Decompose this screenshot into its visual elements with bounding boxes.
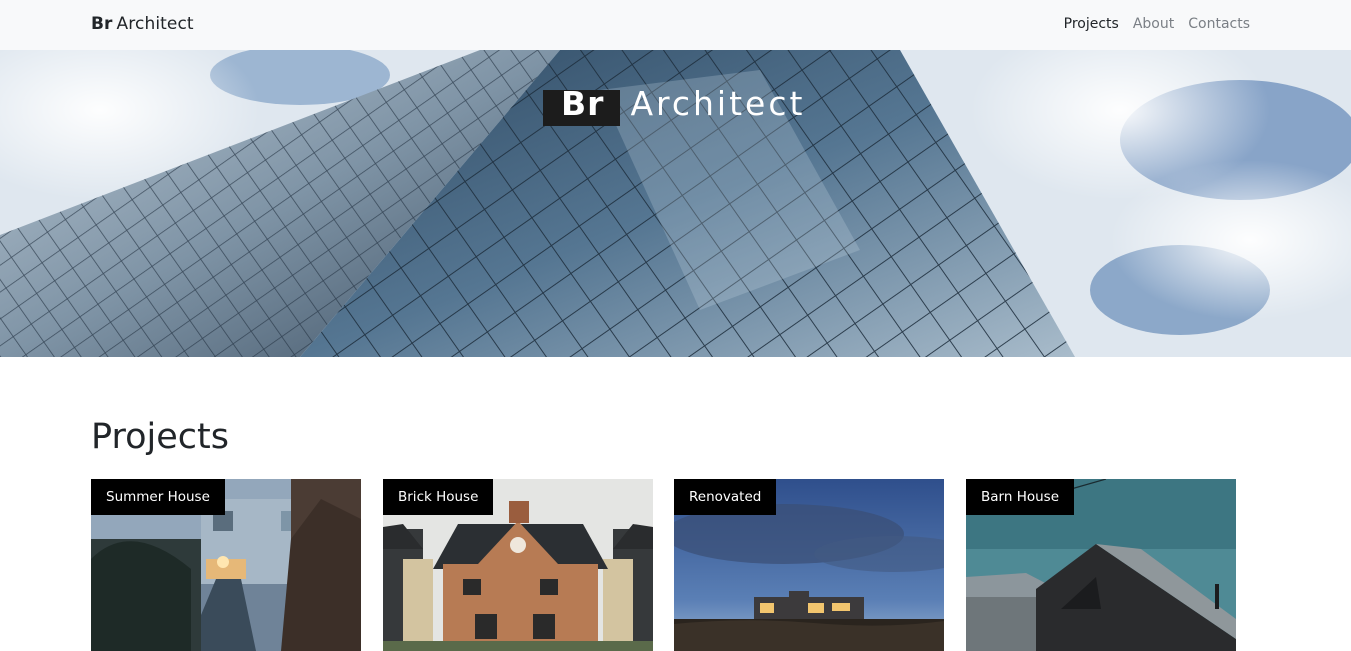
hero-title-text: Architect bbox=[630, 84, 806, 123]
nav-link-contacts[interactable]: Contacts bbox=[1188, 16, 1250, 32]
project-card-barn-house[interactable]: Barn House bbox=[966, 479, 1236, 651]
brand-text: Architect bbox=[116, 14, 194, 34]
hero-title: Br Architect bbox=[543, 84, 806, 126]
brand-logo-link[interactable]: Br Architect bbox=[91, 14, 194, 34]
card-label: Summer House bbox=[91, 479, 225, 515]
project-card-brick-house[interactable]: Brick House bbox=[383, 479, 653, 651]
projects-heading: Projects bbox=[91, 417, 229, 457]
card-label: Renovated bbox=[674, 479, 777, 515]
nav-links: Projects About Contacts bbox=[1064, 16, 1250, 32]
nav-link-about[interactable]: About bbox=[1133, 16, 1174, 32]
hero-title-bold: Br bbox=[543, 87, 621, 126]
card-label: Brick House bbox=[383, 479, 494, 515]
project-card-summer-house[interactable]: Summer House bbox=[91, 479, 361, 651]
card-label: Barn House bbox=[966, 479, 1075, 515]
project-card-renovated[interactable]: Renovated bbox=[674, 479, 944, 651]
hero-banner: Br Architect bbox=[0, 50, 1351, 357]
navbar: Br Architect Projects About Contacts bbox=[0, 0, 1351, 50]
nav-link-projects[interactable]: Projects bbox=[1064, 16, 1119, 32]
brand-bold: Br bbox=[91, 14, 113, 34]
